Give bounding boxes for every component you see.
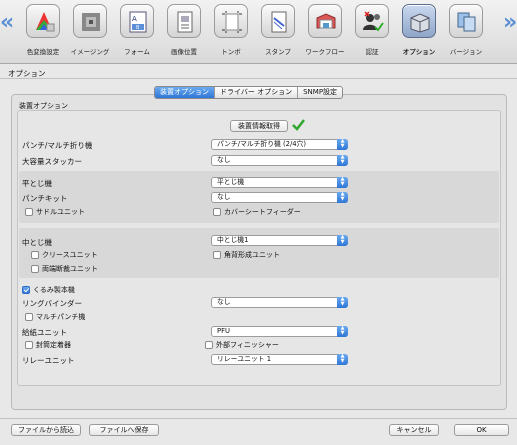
flat-stitch-label: 平とじ機 [22,179,52,188]
checkbox-box [213,251,221,259]
punch-kit-label: パンチキット [22,194,68,203]
both-edge-trim-checkbox[interactable]: 両端断裁ユニット [31,264,98,274]
stacker-label: 大容量スタッカー [22,157,82,166]
updown-icon: ▲ ▼ [337,297,348,308]
scroll-left-icon[interactable]: « [0,10,14,36]
image-position-icon [167,4,201,38]
scroll-right-icon[interactable]: » [503,10,517,36]
check-success-icon [292,119,305,131]
checkbox-box [31,251,39,259]
punch-select-value: パンチ/マルチ折り機 (2/4穴) [217,140,307,148]
center-stitch-label: 中とじ機 [22,238,52,247]
crop-marks-icon [214,4,248,38]
tab-device-options[interactable]: 装置オプション [155,87,215,98]
punch-kit-select-value: なし [217,193,231,201]
updown-icon: ▲ ▼ [337,326,348,337]
relay-unit-label: リレーユニット [22,356,75,365]
svg-text:A: A [132,15,137,23]
relay-unit-select[interactable]: リレーユニット 1 ▲ ▼ [211,354,348,365]
workflow-icon [308,4,342,38]
center-stitch-select-value: 中とじ機1 [217,236,249,244]
stacker-select[interactable]: なし ▲ ▼ [211,155,348,166]
svg-text:B: B [136,25,140,31]
checkbox-box [213,208,221,216]
stamp-icon [261,4,295,38]
version-icon [449,4,483,38]
punch-label: パンチ/マルチ折り機 [22,141,93,150]
updown-icon: ▲ ▼ [337,192,348,203]
form-icon: AB [120,4,154,38]
checkbox-label: カバーシートフィーダー [224,208,301,216]
paper-feed-label: 給紙ユニット [22,328,67,337]
checkbox-label: サドルユニット [36,208,85,216]
crease-unit-checkbox[interactable]: クリースユニット [31,250,98,260]
tab-driver-options[interactable]: ドライバー オプション [215,87,299,98]
get-device-info-button[interactable]: 装置情報取得 [230,120,288,132]
divider [0,418,517,419]
perfect-binder-checkbox[interactable]: くるみ製本機 [22,285,75,295]
punch-kit-select[interactable]: なし ▲ ▼ [211,192,348,203]
cover-feeder-checkbox[interactable]: カバーシートフィーダー [213,207,301,217]
ring-binder-select[interactable]: なし ▲ ▼ [211,297,348,308]
cancel-button[interactable]: キャンセル [389,424,439,436]
checkbox-label: 両端断裁ユニット [42,265,98,273]
multi-punch-checkbox[interactable]: マルチパンチ機 [25,312,85,322]
checkbox-label: クリースユニット [42,251,98,259]
checkbox-box [22,286,30,294]
saddle-unit-checkbox[interactable]: サドルユニット [25,207,85,217]
flat-stitch-select-value: 平とじ機 [217,178,245,186]
checkbox-box [31,265,39,273]
divider [0,78,517,79]
punch-select[interactable]: パンチ/マルチ折り機 (2/4穴) ▲ ▼ [211,139,348,150]
tool-label: バージョン [449,48,483,56]
center-stitch-select[interactable]: 中とじ機1 ▲ ▼ [211,235,348,246]
tool-version[interactable]: バージョン [441,4,491,60]
ring-binder-select-value: なし [217,298,231,306]
checkbox-label: くるみ製本機 [33,286,75,294]
updown-icon: ▲ ▼ [337,177,348,188]
options-icon [402,4,436,38]
envelope-sealer-checkbox[interactable]: 封筒定着器 [25,340,71,350]
external-finisher-checkbox[interactable]: 外部フィニッシャー [205,340,279,350]
checkbox-label: 角背形成ユニット [224,251,280,259]
square-spine-checkbox[interactable]: 角背形成ユニット [213,250,280,260]
updown-icon: ▲ ▼ [337,354,348,365]
stacker-select-value: なし [217,156,231,164]
flat-stitch-select[interactable]: 平とじ機 ▲ ▼ [211,177,348,188]
checkbox-label: 外部フィニッシャー [216,341,279,349]
checkbox-box [205,341,213,349]
checkbox-box [25,341,33,349]
color-wheel-icon [26,4,60,38]
toolbar: « 色変換設定 イメージング AB フォーム 画像位置 トンボ スタンプ ワーク… [0,0,517,64]
checkbox-label: マルチパンチ機 [36,313,86,321]
checkbox-box [25,313,33,321]
authentication-icon [355,4,389,38]
checkbox-label: 封筒定着器 [36,341,71,349]
load-from-file-button[interactable]: ファイルから読込 [11,424,81,436]
ok-button[interactable]: OK [454,424,509,436]
save-to-file-button[interactable]: ファイルへ保存 [89,424,159,436]
paper-feed-select-value: PFU [217,327,230,335]
updown-icon: ▲ ▼ [337,235,348,246]
paper-feed-select[interactable]: PFU ▲ ▼ [211,326,348,337]
relay-unit-select-value: リレーユニット 1 [217,355,272,363]
checkbox-box [25,208,33,216]
updown-icon: ▲ ▼ [337,155,348,166]
updown-icon: ▲ ▼ [337,139,348,150]
tab-bar: 装置オプション ドライバー オプション SNMP設定 [154,86,344,99]
imaging-icon [73,4,107,38]
ring-binder-label: リングバインダー [22,299,82,308]
tab-snmp-settings[interactable]: SNMP設定 [298,87,342,98]
